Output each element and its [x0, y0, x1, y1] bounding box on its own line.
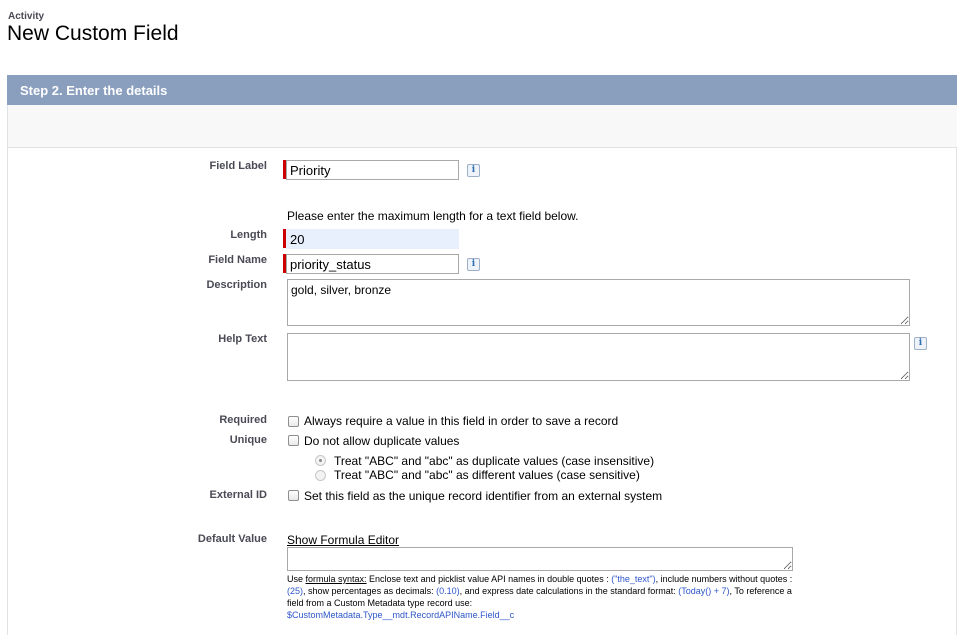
- required-text: Always require a value in this field in …: [304, 414, 619, 428]
- default-value-label: Default Value: [197, 533, 267, 545]
- description-textarea[interactable]: gold, silver, bronze: [287, 279, 910, 326]
- help-example: (0.10): [436, 586, 460, 596]
- help-example: (25): [287, 586, 304, 596]
- external-id-label: External ID: [209, 489, 267, 501]
- help-text-part: Enclose text and picklist value API name…: [366, 574, 612, 584]
- case-sensitive-radio[interactable]: [315, 470, 326, 481]
- field-label-input[interactable]: [286, 160, 459, 180]
- info-icon[interactable]: i: [467, 164, 480, 177]
- case-insensitive-radio[interactable]: [315, 455, 326, 466]
- help-text-part: , and express date calculations in the s…: [459, 586, 679, 596]
- required-checkbox[interactable]: [288, 416, 299, 427]
- field-name-input[interactable]: [286, 254, 459, 274]
- help-example: $CustomMetadata.Type__mdt.RecordAPIName.…: [287, 610, 515, 620]
- length-input[interactable]: [286, 229, 459, 249]
- formula-help-text: Use formula syntax: Enclose text and pic…: [287, 573, 797, 621]
- show-formula-editor-link[interactable]: Show Formula Editor: [287, 533, 399, 547]
- help-example: ("the_text"): [611, 574, 656, 584]
- case-sensitive-text: Treat "ABC" and "abc" as different value…: [334, 468, 640, 482]
- formula-syntax-link[interactable]: formula syntax:: [306, 574, 367, 584]
- info-icon[interactable]: i: [467, 258, 480, 271]
- length-hint: Please enter the maximum length for a te…: [287, 209, 579, 223]
- unique-label: Unique: [229, 434, 267, 446]
- description-label: Description: [206, 279, 267, 291]
- length-label: Length: [230, 229, 267, 241]
- help-text-textarea[interactable]: [287, 333, 910, 381]
- help-text-part: Use: [287, 574, 306, 584]
- case-insensitive-text: Treat "ABC" and "abc" as duplicate value…: [334, 454, 655, 468]
- help-text-label: Help Text: [218, 333, 267, 345]
- page-title: New Custom Field: [7, 22, 179, 45]
- step-subbar: [8, 105, 957, 148]
- field-label-label: Field Label: [209, 160, 267, 172]
- external-id-text: Set this field as the unique record iden…: [304, 489, 663, 503]
- default-value-textarea[interactable]: [287, 547, 793, 571]
- object-label: Activity: [8, 11, 45, 22]
- help-example: (Today() + 7): [678, 586, 730, 596]
- help-text-part: , show percentages as decimals:: [303, 586, 437, 596]
- step-title: Step 2. Enter the details: [20, 83, 168, 98]
- field-name-label: Field Name: [208, 254, 267, 266]
- info-icon[interactable]: i: [914, 337, 927, 350]
- external-id-checkbox[interactable]: [288, 490, 299, 501]
- required-label: Required: [219, 414, 267, 426]
- unique-checkbox[interactable]: [288, 435, 299, 446]
- unique-text: Do not allow duplicate values: [304, 434, 460, 448]
- help-text-part: , include numbers without quotes :: [655, 574, 793, 584]
